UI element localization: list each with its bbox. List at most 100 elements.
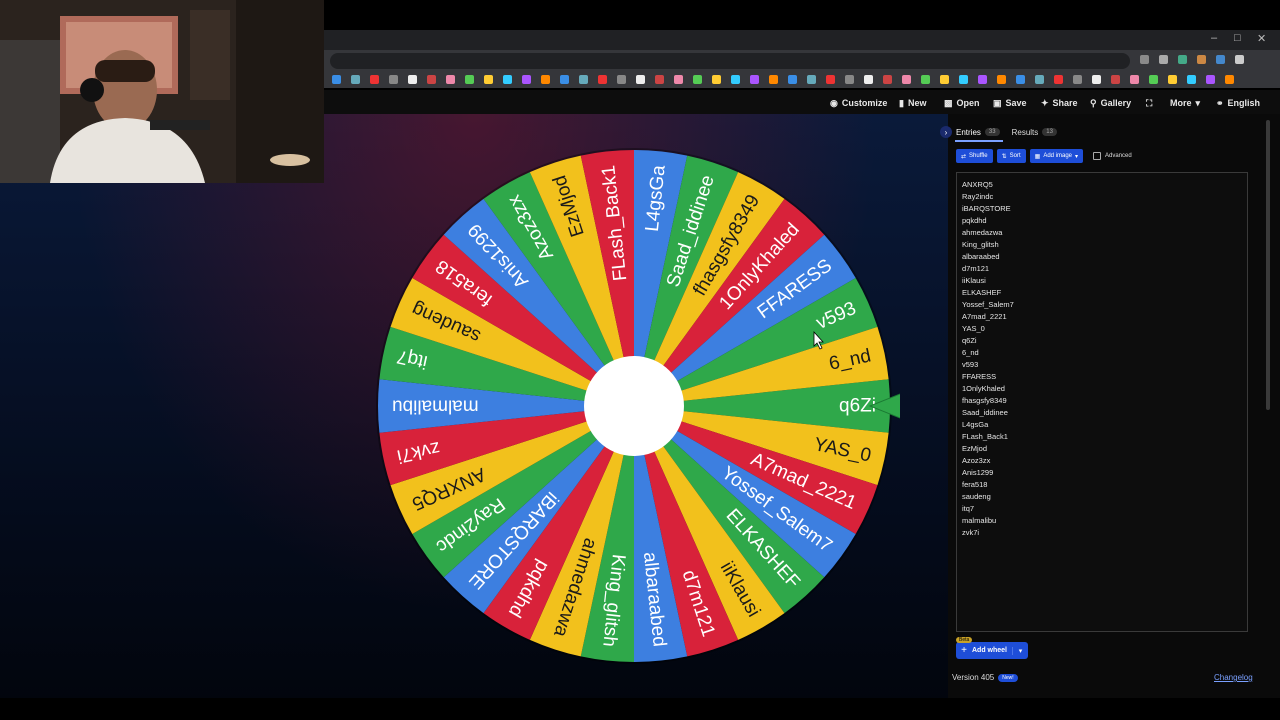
share-icon: ✦ (1041, 97, 1049, 108)
bookmark-icon[interactable] (826, 75, 835, 84)
extension-icon[interactable] (1235, 55, 1244, 64)
bookmark-icon[interactable] (636, 75, 645, 84)
bookmark-icon[interactable] (807, 75, 816, 84)
bookmark-icon[interactable] (1073, 75, 1082, 84)
scrollbar-thumb[interactable] (1266, 120, 1270, 410)
tab-entries[interactable]: › Entries 33 (940, 126, 1000, 138)
bookmark-icon[interactable] (484, 75, 493, 84)
bookmark-icon[interactable] (598, 75, 607, 84)
customize-button[interactable]: ◉ Customize (830, 96, 887, 110)
bookmark-icon[interactable] (902, 75, 911, 84)
bookmark-icon[interactable] (1225, 75, 1234, 84)
new-button[interactable]: ▮ New (899, 96, 926, 110)
bookmark-icon[interactable] (1016, 75, 1025, 84)
extension-icon[interactable] (1140, 55, 1149, 64)
fullscreen-button[interactable]: ⛶ (1146, 96, 1152, 110)
bookmark-icon[interactable] (427, 75, 436, 84)
bookmark-icon[interactable] (446, 75, 455, 84)
minimize-icon[interactable]: – (1211, 32, 1217, 44)
bookmark-icon[interactable] (959, 75, 968, 84)
bookmark-icon[interactable] (503, 75, 512, 84)
save-icon: ▣ (993, 97, 1002, 108)
bookmark-icon[interactable] (370, 75, 379, 84)
results-count-badge: 13 (1042, 128, 1057, 136)
bookmark-icon[interactable] (940, 75, 949, 84)
wheel-slice-label: malmalibu (392, 396, 479, 417)
bookmark-icon[interactable] (1187, 75, 1196, 84)
bookmark-icon[interactable] (1092, 75, 1101, 84)
bookmark-icon[interactable] (883, 75, 892, 84)
bookmark-icon[interactable] (617, 75, 626, 84)
chevron-down-icon[interactable]: ▾ (1012, 646, 1028, 655)
tab-results[interactable]: Results 13 (1012, 128, 1057, 137)
active-tab-indicator (955, 140, 1003, 142)
bookmark-icon[interactable] (579, 75, 588, 84)
webcam-overlay (0, 0, 324, 183)
bookmark-icon[interactable] (408, 75, 417, 84)
shuffle-button[interactable]: ⇄ Shuffle (956, 149, 993, 163)
page-scrollbar[interactable] (1264, 114, 1272, 700)
entries-textarea[interactable]: ANXRQ5 Ray2indc iBARQSTORE pqkdhd ahmedazwa K… (956, 172, 1248, 632)
entry-line: pqkdhd (962, 216, 987, 225)
wheel-center-button[interactable] (584, 356, 684, 456)
customize-label: Customize (841, 98, 888, 108)
folder-icon: ▩ (944, 97, 953, 108)
add-image-label: Add image (1043, 153, 1073, 159)
bookmark-icon[interactable] (978, 75, 987, 84)
bookmark-icon[interactable] (731, 75, 740, 84)
bookmark-icon[interactable] (541, 75, 550, 84)
entry-line: 6_nd (962, 348, 979, 357)
entry-line: FLash_Back1 (962, 432, 1008, 441)
bookmark-icon[interactable] (1149, 75, 1158, 84)
share-button[interactable]: ✦ Share (1041, 96, 1078, 110)
share-label: Share (1052, 98, 1078, 108)
bookmark-icon[interactable] (674, 75, 683, 84)
changelog-link[interactable]: Changelog (1214, 673, 1253, 682)
save-button[interactable]: ▣ Save (993, 96, 1027, 110)
gallery-button[interactable]: ⚲ Gallery (1090, 96, 1131, 110)
bookmark-icon[interactable] (788, 75, 797, 84)
chevron-right-icon[interactable]: › (940, 126, 952, 138)
bookmark-icon[interactable] (560, 75, 569, 84)
bookmark-icon[interactable] (712, 75, 721, 84)
bookmark-icon[interactable] (921, 75, 930, 84)
bookmark-icon[interactable] (351, 75, 360, 84)
close-icon[interactable]: ✕ (1257, 32, 1266, 45)
language-button[interactable]: ⚭ English (1216, 96, 1260, 110)
bookmark-icon[interactable] (389, 75, 398, 84)
add-wheel-button[interactable]: + Add wheel ▾ (956, 642, 1028, 659)
entry-line: King_glitsh (962, 240, 999, 249)
add-image-button[interactable]: ▦ Add image ▾ (1029, 149, 1084, 163)
bookmark-icon[interactable] (1206, 75, 1215, 84)
extension-icon[interactable] (1178, 55, 1187, 64)
bookmark-icon[interactable] (522, 75, 531, 84)
entry-line: v593 (962, 360, 979, 369)
bookmark-icon[interactable] (693, 75, 702, 84)
bookmark-icon[interactable] (1035, 75, 1044, 84)
bookmark-icon[interactable] (750, 75, 759, 84)
bookmark-icon[interactable] (655, 75, 664, 84)
bookmark-icon[interactable] (845, 75, 854, 84)
open-button[interactable]: ▩ Open (944, 96, 980, 110)
bookmark-icon[interactable] (1130, 75, 1139, 84)
advanced-checkbox[interactable] (1093, 152, 1102, 160)
bookmark-icon[interactable] (1111, 75, 1120, 84)
sort-button[interactable]: ⇅ Sort (996, 149, 1026, 163)
extension-icon[interactable] (1216, 55, 1225, 64)
maximize-icon[interactable]: □ (1234, 32, 1241, 44)
bookmark-icon[interactable] (1168, 75, 1177, 84)
bookmark-icon[interactable] (769, 75, 778, 84)
extension-icon[interactable] (1159, 55, 1168, 64)
entry-line: Anis1299 (962, 468, 994, 477)
bookmark-icon[interactable] (465, 75, 474, 84)
entries-count-badge: 33 (984, 128, 1000, 136)
bookmark-icon[interactable] (997, 75, 1006, 84)
more-button[interactable]: More ▾ (1170, 96, 1200, 110)
spin-wheel[interactable]: q6ZiYAS_0A7mad_2221Yossef_Salem7ELKASHEF… (368, 140, 900, 672)
bookmark-icon[interactable] (864, 75, 873, 84)
bookmark-icon[interactable] (332, 75, 341, 84)
version-label: Version 405 (952, 673, 995, 682)
bookmark-icon[interactable] (1054, 75, 1063, 84)
extension-icon[interactable] (1197, 55, 1206, 64)
address-bar[interactable] (330, 53, 1130, 69)
